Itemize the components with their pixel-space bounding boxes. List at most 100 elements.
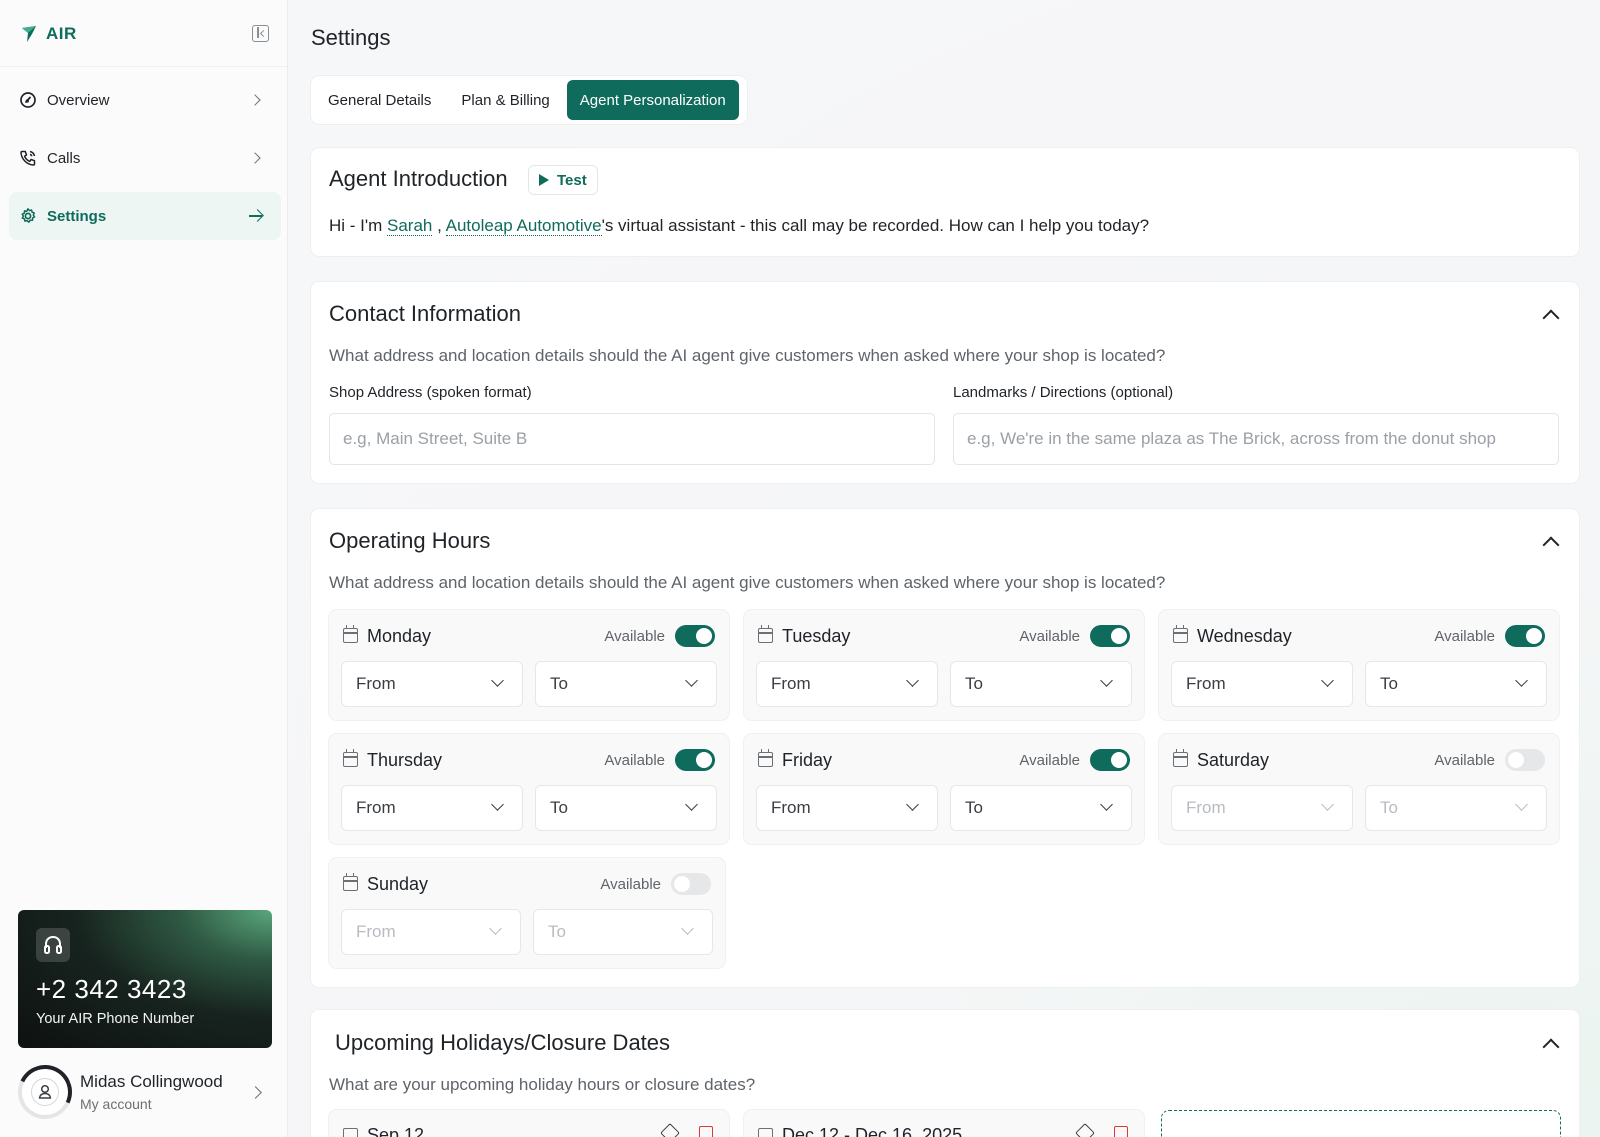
chevron-down-icon (1321, 798, 1334, 811)
agent-name-token[interactable]: Sarah (387, 216, 433, 236)
agent-introduction-title: Agent Introduction (329, 166, 508, 191)
chevron-down-icon (491, 674, 504, 687)
holiday-date: Sep 12 (367, 1125, 425, 1137)
calendar-icon (343, 749, 358, 767)
chevron-down-icon (489, 922, 502, 935)
edit-icon[interactable] (1075, 1123, 1095, 1137)
day-name: Thursday (367, 750, 443, 770)
sidebar-divider (0, 66, 287, 67)
to-select[interactable]: To (1366, 662, 1546, 706)
contact-information-card: Contact Information What address and loc… (311, 282, 1579, 483)
day-card-tuesday: Tuesday Available From To (744, 610, 1144, 720)
to-select[interactable]: To (951, 786, 1131, 830)
intro-script: Hi - I'm Sarah , Autoleap Automotive's v… (329, 216, 1149, 236)
sidebar-collapse-icon[interactable] (252, 25, 269, 42)
phone-icon (19, 149, 37, 167)
settings-tabs: General Details Plan & Billing Agent Per… (311, 76, 747, 124)
operating-hours-card: Operating Hours What address and locatio… (311, 509, 1579, 987)
air-logo-icon (20, 25, 38, 43)
headset-icon (36, 928, 70, 962)
available-toggle[interactable] (1090, 625, 1130, 647)
sidebar-item-calls[interactable]: Calls (9, 134, 281, 182)
from-select[interactable]: From (1172, 662, 1352, 706)
sidebar-item-label: Calls (47, 149, 81, 167)
calendar-icon (343, 625, 358, 643)
day-card-wednesday: Wednesday Available From To (1159, 610, 1559, 720)
holiday-item: Sep 12 (329, 1110, 729, 1137)
delete-icon[interactable] (1114, 1126, 1128, 1137)
sidebar: AIR Overview Calls Settings +2 342 3423 … (0, 0, 288, 1137)
day-name: Wednesday (1197, 626, 1292, 646)
day-name: Monday (367, 626, 432, 646)
day-card-thursday: Thursday Available From To (329, 734, 729, 844)
brand-name: AIR (46, 24, 77, 43)
from-select-label: From (1186, 674, 1226, 693)
chevron-down-icon (906, 674, 919, 687)
available-toggle[interactable] (1505, 749, 1545, 771)
landmarks-label: Landmarks / Directions (optional) (953, 384, 1174, 401)
sidebar-item-overview[interactable]: Overview (9, 76, 281, 124)
available-toggle[interactable] (675, 625, 715, 647)
to-select[interactable]: To (1366, 786, 1546, 830)
calendar-icon (758, 1128, 773, 1137)
test-button[interactable]: Test (529, 166, 597, 194)
chevron-down-icon (1515, 798, 1528, 811)
add-holiday-button[interactable] (1161, 1110, 1561, 1137)
chevron-down-icon (685, 798, 698, 811)
tab-agent-personalization[interactable]: Agent Personalization (566, 80, 739, 120)
account-menu[interactable]: Midas Collingwood My account (10, 1057, 272, 1127)
available-toggle[interactable] (1090, 749, 1130, 771)
chevron-up-icon[interactable] (1542, 536, 1560, 554)
test-button-label: Test (557, 171, 587, 189)
day-card-monday: Monday Available From To (329, 610, 729, 720)
chevron-down-icon (1100, 674, 1113, 687)
day-name: Friday (782, 750, 833, 770)
from-select[interactable]: From (757, 662, 937, 706)
to-select[interactable]: To (536, 662, 716, 706)
from-select-label: From (771, 674, 811, 693)
chevron-up-icon[interactable] (1542, 309, 1560, 327)
available-label: Available (1434, 752, 1495, 769)
day-name: Saturday (1197, 750, 1270, 770)
phone-number: +2 342 3423 (36, 974, 187, 1004)
to-select-label: To (1380, 798, 1398, 817)
chevron-down-icon (1515, 674, 1528, 687)
landmarks-input[interactable] (953, 413, 1559, 465)
from-select[interactable]: From (342, 662, 522, 706)
from-select-label: From (356, 674, 396, 693)
available-toggle[interactable] (1505, 625, 1545, 647)
to-select-label: To (548, 922, 566, 941)
day-name: Tuesday (782, 626, 851, 646)
available-toggle[interactable] (675, 749, 715, 771)
arrow-right-icon (249, 210, 263, 222)
from-select[interactable]: From (757, 786, 937, 830)
from-select[interactable]: From (1172, 786, 1352, 830)
calendar-icon (758, 625, 773, 643)
shop-address-input[interactable] (329, 413, 935, 465)
chevron-down-icon (681, 922, 694, 935)
brand[interactable]: AIR (20, 22, 77, 46)
available-label: Available (604, 752, 665, 769)
delete-icon[interactable] (699, 1126, 713, 1137)
shop-name-token[interactable]: Autoleap Automotive (445, 216, 602, 236)
from-select[interactable]: From (342, 786, 522, 830)
chevron-up-icon[interactable] (1542, 1038, 1560, 1056)
available-label: Available (600, 876, 661, 893)
to-select[interactable]: To (536, 786, 716, 830)
chevron-down-icon (1100, 798, 1113, 811)
tab-plan-billing[interactable]: Plan & Billing (448, 80, 562, 120)
gear-icon (19, 207, 37, 225)
available-toggle[interactable] (671, 873, 711, 895)
available-label: Available (1019, 628, 1080, 645)
tab-general-details[interactable]: General Details (315, 80, 444, 120)
to-select-label: To (550, 674, 568, 693)
calendar-icon (343, 1128, 358, 1137)
from-select[interactable]: From (342, 910, 520, 954)
intro-separator: , (432, 216, 446, 235)
sidebar-item-settings[interactable]: Settings (9, 192, 281, 240)
to-select[interactable]: To (534, 910, 712, 954)
to-select[interactable]: To (951, 662, 1131, 706)
chevron-down-icon (906, 798, 919, 811)
from-select-label: From (1186, 798, 1226, 817)
edit-icon[interactable] (660, 1123, 680, 1137)
